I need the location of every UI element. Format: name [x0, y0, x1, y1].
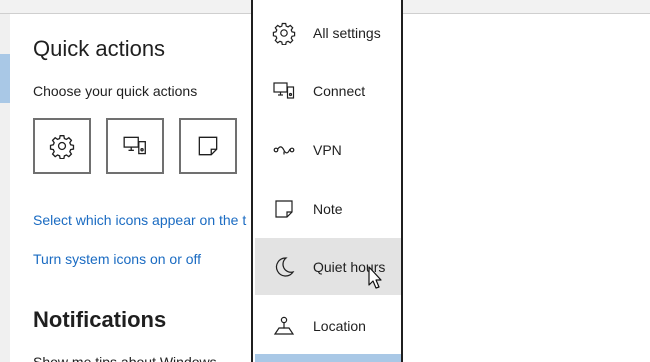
- note-icon: [198, 136, 218, 156]
- location-icon: [271, 313, 297, 339]
- quick-action-tile-settings[interactable]: [33, 118, 91, 174]
- menu-item-label: VPN: [313, 141, 342, 158]
- quick-action-tile-note[interactable]: [179, 118, 237, 174]
- menu-item-label: Note: [313, 200, 343, 217]
- quick-action-tile-connect[interactable]: [106, 118, 164, 174]
- menu-item-connect[interactable]: Connect: [255, 62, 401, 119]
- menu-item-next-partial[interactable]: [255, 354, 401, 362]
- select-icons-link[interactable]: Select which icons appear on the t: [33, 212, 246, 228]
- quick-actions-heading: Quick actions: [33, 36, 166, 61]
- menu-item-location[interactable]: Location: [255, 297, 401, 354]
- menu-item-vpn[interactable]: VPN: [255, 121, 401, 178]
- quick-action-dropdown: All settings Connect VPN Note Quiet hour…: [251, 0, 403, 362]
- mouse-cursor-icon: [368, 266, 382, 289]
- connect-icon: [123, 136, 146, 155]
- menu-item-label: Connect: [313, 82, 366, 99]
- system-icons-link[interactable]: Turn system icons on or off: [33, 251, 201, 267]
- moon-icon: [271, 254, 297, 280]
- nav-selected-indicator: [0, 54, 10, 103]
- connect-icon: [271, 78, 297, 104]
- gear-icon: [271, 20, 297, 46]
- menu-item-label: All settings: [313, 24, 381, 41]
- settings-pane: Quick actions Choose your quick actions …: [10, 14, 251, 362]
- choose-quick-actions-label: Choose your quick actions: [33, 83, 198, 99]
- menu-item-all-settings[interactable]: All settings: [255, 4, 401, 61]
- gear-icon: [49, 135, 75, 159]
- note-icon: [271, 196, 297, 222]
- menu-item-note[interactable]: Note: [255, 180, 401, 237]
- vpn-icon: [271, 137, 297, 163]
- menu-item-label: Location: [313, 317, 366, 334]
- notifications-first-line: Show me tips about Windows: [33, 354, 217, 362]
- empty-area: [403, 14, 650, 362]
- notifications-heading: Notifications: [33, 307, 167, 332]
